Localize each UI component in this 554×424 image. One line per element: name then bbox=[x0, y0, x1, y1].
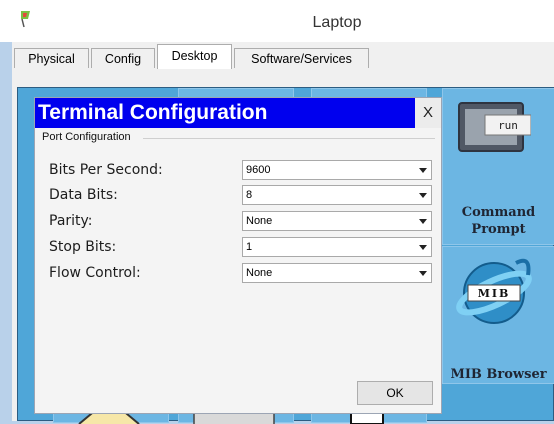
flow-control-select[interactable]: None bbox=[242, 263, 432, 283]
parity-value: None bbox=[246, 215, 273, 227]
stop-bits-value: 1 bbox=[246, 241, 253, 253]
tab-software-services[interactable]: Software/Services bbox=[234, 48, 369, 68]
chevron-down-icon bbox=[419, 168, 427, 173]
window-titlebar: Laptop bbox=[0, 0, 554, 42]
bits-per-second-label: Bits Per Second: bbox=[49, 162, 163, 178]
data-bits-label: Data Bits: bbox=[49, 187, 118, 203]
chevron-down-icon bbox=[419, 193, 427, 198]
command-prompt-label-1: Command bbox=[461, 205, 536, 220]
tab-config[interactable]: Config bbox=[91, 48, 155, 68]
tab-desktop[interactable]: Desktop bbox=[157, 44, 232, 69]
data-bits-value: 8 bbox=[246, 189, 253, 201]
parity-select[interactable]: None bbox=[242, 211, 432, 231]
parity-label: Parity: bbox=[49, 213, 93, 229]
chevron-down-icon bbox=[419, 219, 427, 224]
mib-browser-label: MIB Browser bbox=[450, 367, 547, 382]
mib-browser-icon: MIB bbox=[456, 258, 532, 324]
flow-control-label: Flow Control: bbox=[49, 265, 141, 281]
tab-bar: Physical Config Desktop Software/Service… bbox=[12, 42, 554, 69]
tab-physical[interactable]: Physical bbox=[14, 48, 89, 68]
close-button[interactable]: X bbox=[415, 98, 441, 128]
window-title: Laptop bbox=[312, 14, 362, 31]
port-configuration-group-label: Port Configuration bbox=[41, 131, 132, 143]
dialog-title: Terminal Configuration bbox=[35, 98, 417, 128]
terminal-icon: run bbox=[458, 102, 531, 152]
mib-browser-tile[interactable]: MIB MIB Browser bbox=[442, 246, 554, 384]
data-bits-select[interactable]: 8 bbox=[242, 185, 432, 205]
mib-icon-text: MIB bbox=[478, 287, 511, 300]
stop-bits-select[interactable]: 1 bbox=[242, 237, 432, 257]
command-prompt-tile[interactable]: run Command Prompt bbox=[442, 88, 554, 245]
terminal-configuration-dialog: Terminal Configuration X Port Configurat… bbox=[34, 97, 442, 414]
chevron-down-icon bbox=[419, 271, 427, 276]
flow-control-value: None bbox=[246, 267, 273, 279]
bits-per-second-value: 9600 bbox=[246, 164, 271, 176]
group-divider bbox=[143, 138, 435, 139]
terminal-icon-text: run bbox=[498, 119, 518, 132]
command-prompt-label-2: Prompt bbox=[471, 222, 526, 237]
ok-button[interactable]: OK bbox=[357, 381, 433, 405]
bits-per-second-select[interactable]: 9600 bbox=[242, 160, 432, 180]
stop-bits-label: Stop Bits: bbox=[49, 239, 117, 255]
chevron-down-icon bbox=[419, 245, 427, 250]
